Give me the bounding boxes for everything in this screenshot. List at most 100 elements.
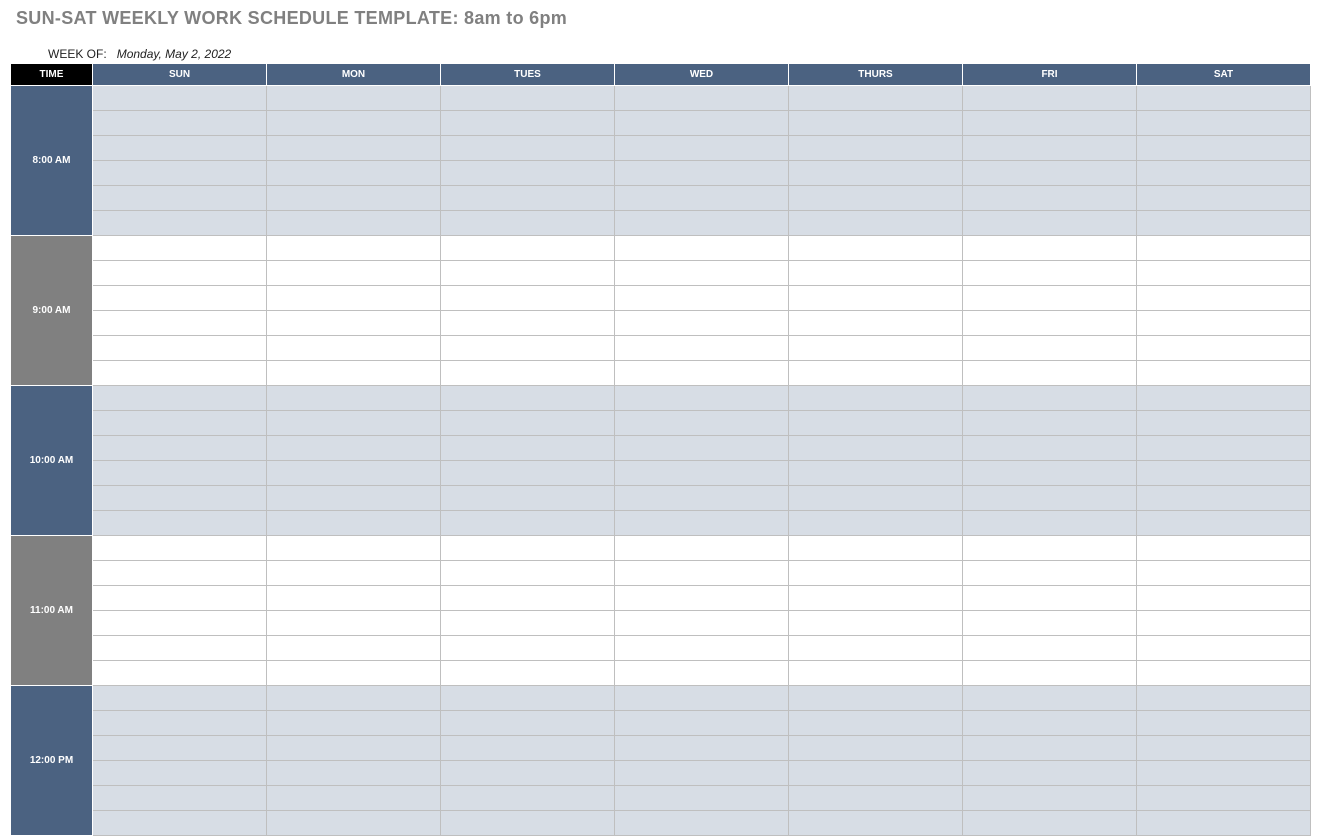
schedule-cell[interactable] (789, 811, 963, 836)
schedule-cell[interactable] (93, 561, 267, 586)
schedule-cell[interactable] (1137, 261, 1311, 286)
schedule-cell[interactable] (93, 311, 267, 336)
schedule-cell[interactable] (441, 336, 615, 361)
schedule-cell[interactable] (1137, 411, 1311, 436)
schedule-cell[interactable] (615, 286, 789, 311)
schedule-cell[interactable] (963, 136, 1137, 161)
schedule-cell[interactable] (93, 536, 267, 561)
schedule-cell[interactable] (267, 786, 441, 811)
schedule-cell[interactable] (615, 436, 789, 461)
schedule-cell[interactable] (963, 236, 1137, 261)
schedule-cell[interactable] (93, 436, 267, 461)
schedule-cell[interactable] (963, 436, 1137, 461)
schedule-cell[interactable] (441, 86, 615, 111)
schedule-cell[interactable] (615, 761, 789, 786)
schedule-cell[interactable] (1137, 786, 1311, 811)
schedule-cell[interactable] (441, 711, 615, 736)
schedule-cell[interactable] (267, 311, 441, 336)
schedule-cell[interactable] (267, 336, 441, 361)
schedule-cell[interactable] (267, 686, 441, 711)
schedule-cell[interactable] (93, 386, 267, 411)
schedule-cell[interactable] (1137, 186, 1311, 211)
schedule-cell[interactable] (441, 211, 615, 236)
schedule-cell[interactable] (963, 611, 1137, 636)
schedule-cell[interactable] (963, 486, 1137, 511)
schedule-cell[interactable] (963, 686, 1137, 711)
schedule-cell[interactable] (963, 661, 1137, 686)
schedule-cell[interactable] (963, 161, 1137, 186)
schedule-cell[interactable] (267, 536, 441, 561)
schedule-cell[interactable] (1137, 361, 1311, 386)
schedule-cell[interactable] (93, 261, 267, 286)
schedule-cell[interactable] (615, 661, 789, 686)
schedule-cell[interactable] (789, 161, 963, 186)
schedule-cell[interactable] (93, 686, 267, 711)
schedule-cell[interactable] (93, 286, 267, 311)
schedule-cell[interactable] (963, 461, 1137, 486)
schedule-cell[interactable] (615, 211, 789, 236)
schedule-cell[interactable] (615, 136, 789, 161)
schedule-cell[interactable] (789, 211, 963, 236)
schedule-cell[interactable] (93, 86, 267, 111)
schedule-cell[interactable] (789, 461, 963, 486)
schedule-cell[interactable] (963, 261, 1137, 286)
schedule-cell[interactable] (267, 661, 441, 686)
schedule-cell[interactable] (789, 686, 963, 711)
schedule-cell[interactable] (267, 411, 441, 436)
schedule-cell[interactable] (963, 311, 1137, 336)
schedule-cell[interactable] (789, 386, 963, 411)
schedule-cell[interactable] (441, 461, 615, 486)
schedule-cell[interactable] (963, 561, 1137, 586)
schedule-cell[interactable] (789, 411, 963, 436)
schedule-cell[interactable] (267, 811, 441, 836)
schedule-cell[interactable] (1137, 486, 1311, 511)
schedule-cell[interactable] (789, 261, 963, 286)
schedule-cell[interactable] (1137, 386, 1311, 411)
schedule-cell[interactable] (1137, 336, 1311, 361)
schedule-cell[interactable] (441, 286, 615, 311)
schedule-cell[interactable] (93, 786, 267, 811)
schedule-cell[interactable] (93, 336, 267, 361)
schedule-cell[interactable] (441, 411, 615, 436)
schedule-cell[interactable] (93, 636, 267, 661)
schedule-cell[interactable] (441, 786, 615, 811)
schedule-cell[interactable] (615, 311, 789, 336)
schedule-cell[interactable] (267, 86, 441, 111)
schedule-cell[interactable] (615, 461, 789, 486)
schedule-cell[interactable] (441, 186, 615, 211)
schedule-cell[interactable] (1137, 761, 1311, 786)
schedule-cell[interactable] (789, 111, 963, 136)
schedule-cell[interactable] (1137, 686, 1311, 711)
schedule-cell[interactable] (267, 286, 441, 311)
schedule-cell[interactable] (93, 136, 267, 161)
schedule-cell[interactable] (1137, 286, 1311, 311)
schedule-cell[interactable] (441, 361, 615, 386)
schedule-cell[interactable] (615, 486, 789, 511)
schedule-cell[interactable] (441, 161, 615, 186)
schedule-cell[interactable] (441, 486, 615, 511)
schedule-cell[interactable] (267, 236, 441, 261)
schedule-cell[interactable] (963, 736, 1137, 761)
schedule-cell[interactable] (93, 161, 267, 186)
schedule-cell[interactable] (1137, 561, 1311, 586)
schedule-cell[interactable] (267, 211, 441, 236)
schedule-cell[interactable] (441, 386, 615, 411)
schedule-cell[interactable] (789, 86, 963, 111)
schedule-cell[interactable] (441, 261, 615, 286)
schedule-cell[interactable] (93, 361, 267, 386)
schedule-cell[interactable] (93, 211, 267, 236)
schedule-cell[interactable] (441, 811, 615, 836)
schedule-cell[interactable] (267, 111, 441, 136)
schedule-cell[interactable] (615, 636, 789, 661)
schedule-cell[interactable] (789, 736, 963, 761)
schedule-cell[interactable] (1137, 86, 1311, 111)
schedule-cell[interactable] (963, 286, 1137, 311)
schedule-cell[interactable] (1137, 236, 1311, 261)
schedule-cell[interactable] (441, 661, 615, 686)
schedule-cell[interactable] (267, 186, 441, 211)
schedule-cell[interactable] (1137, 161, 1311, 186)
schedule-cell[interactable] (267, 736, 441, 761)
schedule-cell[interactable] (615, 361, 789, 386)
schedule-cell[interactable] (615, 111, 789, 136)
schedule-cell[interactable] (267, 461, 441, 486)
